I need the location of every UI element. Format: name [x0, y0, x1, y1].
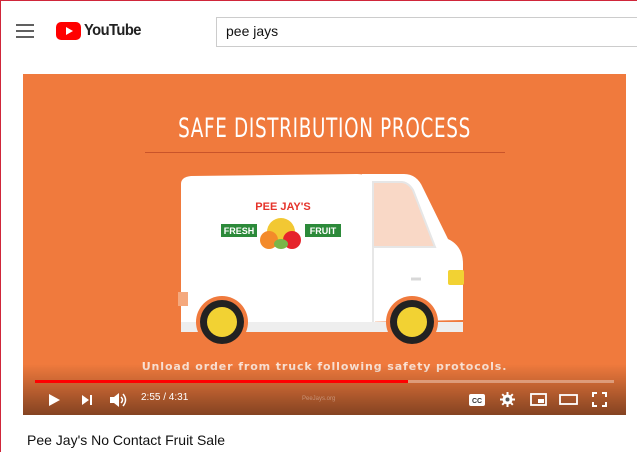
svg-text:FRUIT: FRUIT — [310, 226, 337, 236]
svg-text:FRESH: FRESH — [224, 226, 255, 236]
watermark-text: PeeJays.org — [302, 396, 336, 402]
progress-bar[interactable] — [35, 380, 614, 383]
fullscreen-icon[interactable] — [592, 392, 607, 407]
time-display: 2:55 / 4:31 — [141, 392, 189, 403]
progress-played — [35, 380, 409, 383]
hamburger-menu-icon[interactable] — [16, 24, 34, 38]
cc-icon[interactable]: CC — [469, 394, 485, 406]
youtube-logo[interactable]: YouTube — [56, 22, 146, 40]
youtube-play-logo-icon — [56, 22, 81, 40]
svg-text:PEE JAY'S: PEE JAY'S — [255, 201, 310, 213]
volume-icon[interactable] — [109, 392, 127, 408]
video-player[interactable]: SAFE DISTRIBUTION PROCESS FRESH FRUIT PE… — [23, 74, 626, 415]
settings-icon[interactable] — [500, 392, 515, 407]
search-input[interactable]: pee jays — [216, 17, 637, 47]
svg-text:CC: CC — [472, 398, 482, 405]
logo-text: YouTube — [84, 22, 141, 39]
play-icon[interactable] — [47, 393, 61, 407]
video-page-title: Pee Jay's No Contact Fruit Sale — [27, 432, 225, 448]
masthead: YouTube pee jays — [1, 1, 637, 57]
next-icon[interactable] — [81, 394, 95, 406]
theater-icon[interactable] — [559, 394, 578, 405]
miniplayer-icon[interactable] — [530, 393, 547, 406]
